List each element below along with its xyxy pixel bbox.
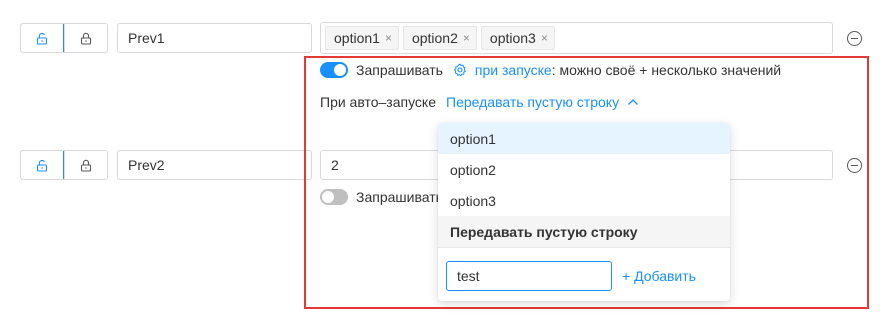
lock-toggle-group-row2 [20,150,108,180]
gear-icon[interactable] [453,63,467,77]
tag-remove-icon[interactable]: × [385,31,392,45]
tag-remove-icon[interactable]: × [463,31,470,45]
tag-label: option1 [334,30,380,46]
dropdown-option-empty-string[interactable]: Передавать пустую строку [438,216,730,247]
lock-icon [80,159,92,172]
unlock-button-row2[interactable] [21,151,64,179]
prev-name-input-row1[interactable]: Prev1 [117,23,312,53]
auto-launch-row: При авто–запуске Передавать пустую строк… [320,94,639,110]
tag-option3: option3 × [480,26,555,50]
tag-option2: option2 × [402,26,477,50]
remove-row-icon-row1[interactable] [847,31,862,46]
launch-suffix: : можно своё + несколько значений [551,62,782,78]
ask-toggle-row1: Запрашивать при запуске: можно своё + не… [320,62,781,78]
unlock-button-row1[interactable] [21,24,64,52]
tag-remove-icon[interactable]: × [541,31,548,45]
new-option-value: test [457,268,480,284]
dropdown-option[interactable]: option3 [438,185,730,216]
auto-launch-select[interactable]: Передавать пустую строку [446,94,619,110]
new-option-input[interactable]: test [446,261,612,291]
unlock-icon [36,32,48,45]
launch-link[interactable]: при запуске [475,62,552,78]
dropdown-option[interactable]: option2 [438,154,730,185]
prev-name-value: Prev1 [128,30,165,46]
tag-label: option2 [411,30,458,46]
tag-option1: option1 × [325,26,399,50]
lock-button-row2[interactable] [64,151,107,179]
dropdown-option[interactable]: option1 [438,123,730,154]
ask-label: Запрашивать [356,62,443,78]
prev-name-input-row2[interactable]: Prev2 [117,150,312,180]
prev-name-value: Prev2 [128,157,165,173]
add-option-row: test + Добавить [438,248,730,301]
unlock-icon [36,159,48,172]
multi-value-select-row1[interactable]: option1 × option2 × option3 × [320,22,833,54]
lock-button-row1[interactable] [64,24,107,52]
lock-icon [80,32,92,45]
auto-launch-dropdown: option1 option2 option3 Передавать пусту… [438,123,730,301]
ask-switch-row1[interactable] [320,62,348,78]
auto-launch-label: При авто–запуске [320,94,436,110]
lock-toggle-group-row1 [20,23,108,53]
chevron-up-icon[interactable] [627,98,639,106]
tag-label: option3 [489,30,536,46]
add-option-button[interactable]: + Добавить [622,268,696,284]
